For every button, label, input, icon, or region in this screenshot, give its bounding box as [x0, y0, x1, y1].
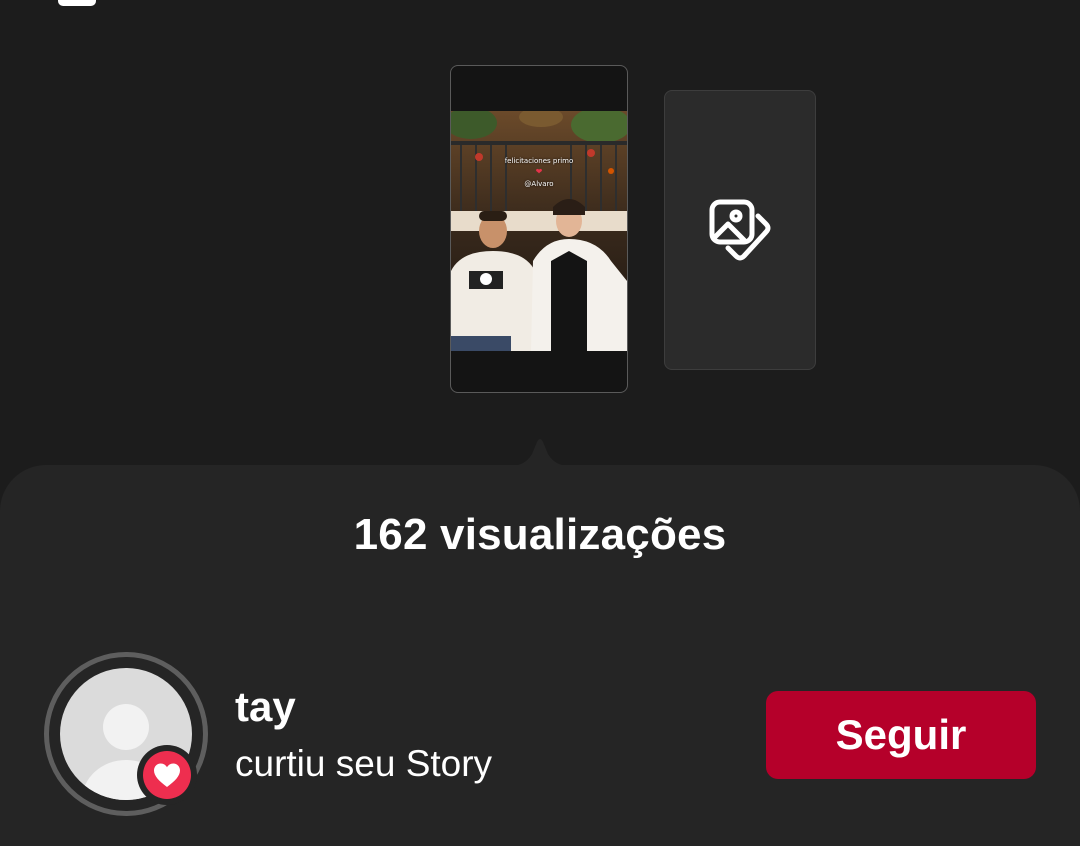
activity-description: curtiu seu Story: [235, 743, 493, 784]
story-viewers-screen: felicitaciones primo ❤ @Alvaro 162 visua…: [0, 0, 1080, 846]
story-thumbnail[interactable]: felicitaciones primo ❤ @Alvaro: [450, 65, 628, 393]
heart-icon: [154, 763, 180, 787]
avatar-placeholder-head: [103, 704, 149, 750]
views-count: 162 visualizações: [353, 510, 727, 559]
username[interactable]: tay: [235, 683, 296, 731]
status-indicator: [58, 0, 96, 6]
gallery-icon: [709, 199, 771, 261]
story-caption: felicitaciones primo: [504, 157, 574, 165]
like-badge: [137, 745, 197, 805]
story-photo: [451, 111, 627, 351]
story-caption-heart: ❤: [535, 167, 543, 176]
like-badge-circle: [143, 751, 191, 799]
follow-button[interactable]: Seguir: [766, 691, 1036, 779]
story-mention: @Alvaro: [524, 180, 554, 188]
add-story-card[interactable]: [664, 90, 816, 370]
sheet-pointer: [510, 439, 570, 466]
